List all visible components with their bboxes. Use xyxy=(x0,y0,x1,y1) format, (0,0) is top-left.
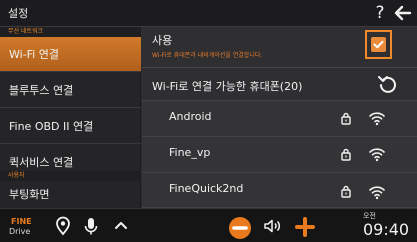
top-bar: 설정 ? xyxy=(0,0,417,27)
svg-text:Drive: Drive xyxy=(9,227,30,236)
sidebar-item-wifi[interactable]: Wi-Fi 연결 xyxy=(0,37,141,72)
checkmark-icon xyxy=(373,40,384,49)
bottom-bar: FINE Drive 오전 09:40 xyxy=(0,208,417,242)
location-pin-icon xyxy=(56,216,70,236)
help-button[interactable]: ? xyxy=(370,2,390,24)
sidebar: 무선 네트워크 Wi-Fi 연결 블루투스 연결 Fine OBD II 연결 … xyxy=(0,27,141,208)
sidebar-section-wireless: 무선 네트워크 xyxy=(0,27,141,37)
minus-icon xyxy=(232,226,248,230)
microphone-icon xyxy=(84,218,98,235)
device-name: FineQuick2nd xyxy=(169,182,244,195)
device-list-item[interactable]: Android xyxy=(142,101,417,137)
use-description: Wi-Fi로 휴대폰과 내비게이션을 연결합니다. xyxy=(152,52,263,59)
device-list-item[interactable]: FineQuick2nd xyxy=(142,173,417,208)
back-arrow-icon xyxy=(394,5,412,21)
volume-up-button[interactable] xyxy=(294,216,316,238)
back-button[interactable] xyxy=(392,2,414,24)
svg-text:FINE: FINE xyxy=(11,217,32,226)
wifi-icon xyxy=(369,186,385,200)
location-button[interactable] xyxy=(52,215,74,237)
lock-icon xyxy=(341,112,351,125)
sidebar-item-boot-screen[interactable]: 부팅화면 xyxy=(0,181,141,208)
volume-down-button[interactable] xyxy=(229,217,251,239)
volume-button[interactable] xyxy=(261,215,283,237)
lock-icon xyxy=(341,185,351,198)
expand-button[interactable] xyxy=(110,215,132,237)
device-name: Android xyxy=(169,110,212,123)
use-checkbox-highlight xyxy=(365,30,392,59)
sidebar-item-obd[interactable]: Fine OBD II 연결 xyxy=(0,109,141,144)
device-name: Fine_vp xyxy=(169,146,211,159)
plus-icon xyxy=(295,217,315,237)
sidebar-section-user: 사용자 xyxy=(0,171,141,181)
device-list-header: Wi-Fi로 연결 가능한 휴대폰(20) xyxy=(142,68,417,101)
wifi-icon xyxy=(369,148,385,162)
voice-button[interactable] xyxy=(80,215,102,237)
lock-icon xyxy=(341,148,351,161)
speaker-icon xyxy=(264,219,280,233)
sidebar-item-bluetooth[interactable]: 블루투스 연결 xyxy=(0,73,141,108)
use-checkbox[interactable] xyxy=(371,37,386,52)
clock-time: 09:40 xyxy=(363,220,410,239)
page-title: 설정 xyxy=(8,7,29,20)
device-list-item[interactable]: Fine_vp xyxy=(142,137,417,173)
chevron-up-icon xyxy=(115,222,127,229)
main-content: 사용 Wi-Fi로 휴대폰과 내비게이션을 연결합니다. Wi-Fi로 연결 가… xyxy=(142,27,417,208)
fine-drive-logo: FINE Drive xyxy=(9,217,32,236)
use-toggle-row[interactable]: 사용 Wi-Fi로 휴대폰과 내비게이션을 연결합니다. xyxy=(142,27,417,68)
settings-screen: 설정 ? 무선 네트워크 Wi-Fi 연결 블루투스 연결 Fine OBD I… xyxy=(0,0,417,242)
refresh-button[interactable] xyxy=(377,73,399,95)
use-label: 사용 xyxy=(152,34,173,47)
refresh-icon xyxy=(378,76,396,93)
wifi-icon xyxy=(369,112,385,126)
device-list-title: Wi-Fi로 연결 가능한 휴대폰(20) xyxy=(152,80,303,93)
